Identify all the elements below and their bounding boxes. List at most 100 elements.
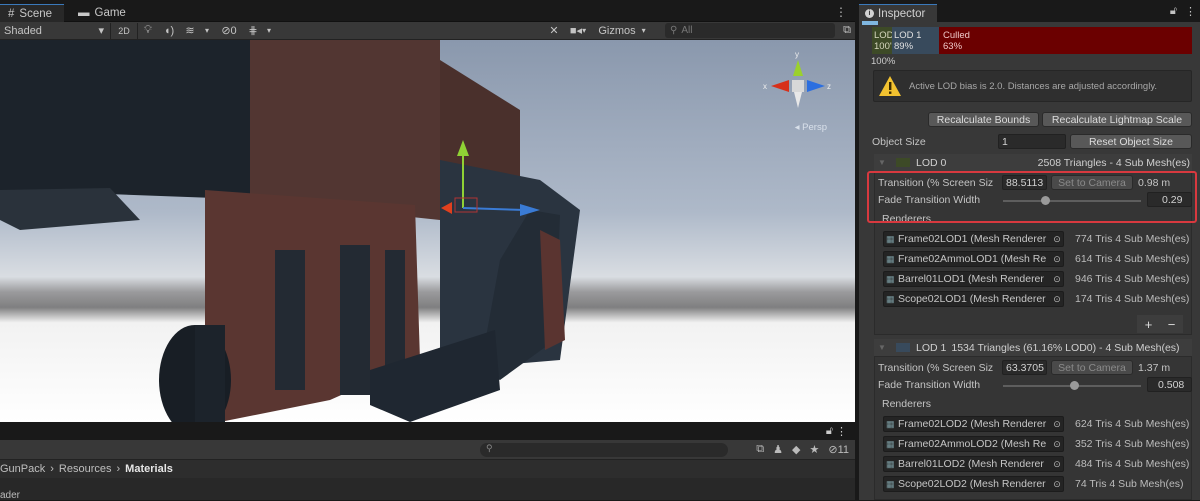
breadcrumb-item[interactable]: GunPack [0,463,45,475]
remove-renderer-button[interactable]: − [1168,317,1176,332]
camera-dropdown[interactable]: ■◂ ▾ [564,23,592,39]
tab-inspector[interactable]: i Inspector [859,4,937,22]
mesh-renderer-icon: ▦ [886,233,895,244]
renderer-field[interactable]: ▦ Frame02LOD1 (Mesh Renderer ⊙ [883,231,1064,247]
renderer-info: 352 Tris 4 Sub Mesh(es) [1075,438,1190,450]
set-to-camera-button[interactable]: Set to Camera [1051,360,1133,375]
mesh-renderer-icon: ▦ [886,273,895,284]
projection-toggle[interactable]: ◂ Persp [795,122,827,133]
more-options-icon[interactable]: ⋮ [835,5,847,19]
renderer-field[interactable]: ▦ Frame02AmmoLOD2 (Mesh Re ⊙ [883,436,1064,452]
project-search-input[interactable]: ⚲ [480,443,728,457]
lod-segment-label: LOD [874,30,892,41]
tab-scene[interactable]: # Scene [0,4,64,22]
object-picker-icon[interactable]: ⊙ [1051,234,1063,245]
renderer-field[interactable]: ▦ Barrel01LOD1 (Mesh Renderer ⊙ [883,271,1064,287]
lightbulb-icon: 💡︎ [144,24,152,36]
eye-slash-icon: ⊘ [221,25,231,37]
tab-scene-label: Scene [19,7,53,20]
audio-toggle[interactable]: ◖) [158,23,180,39]
maximize-button[interactable]: ⧉ [839,23,855,39]
hidden-count: 0 [230,24,237,37]
renderer-field[interactable]: ▦ Frame02AmmoLOD1 (Mesh Re ⊙ [883,251,1064,267]
lock-icon[interactable]: 🔓︎ [1170,5,1177,18]
renderer-list-footer: + − [1137,315,1183,333]
lod-bias-warning: Active LOD bias is 2.0. Distances are ad… [873,70,1192,102]
lod-segment-percent: 63% [943,41,963,52]
grid-toggle[interactable]: ⋕ [244,23,262,39]
object-picker-icon[interactable]: ⊙ [1051,419,1063,430]
object-picker-icon[interactable]: ⊙ [1051,439,1063,450]
effects-toggle[interactable]: ≋ [180,23,200,39]
lod-0-header[interactable]: ▼ LOD 0 2508 Triangles - 4 Sub Mesh(es) [874,154,1192,171]
slot-1 [275,250,305,390]
breadcrumb-current[interactable]: Materials [125,463,173,475]
object-size-field[interactable]: 1 [998,134,1066,149]
lod-1-header[interactable]: ▼ LOD 1 1534 Triangles (61.16% LOD0) - 4… [874,339,1192,356]
hidden-objects-toggle[interactable]: ⊘ 0 [214,23,244,39]
renderer-field[interactable]: ▦ Frame02LOD2 (Mesh Renderer ⊙ [883,416,1064,432]
chevron-down-icon: ▾ [204,26,209,35]
lod-summary: 1534 Triangles (61.16% LOD0) - 4 Sub Mes… [951,341,1180,354]
gizmo-y-cone [793,60,803,76]
lod-bar-start-percent: 100% [871,56,896,67]
breadcrumb-item[interactable]: Resources [59,463,112,475]
lod-segment-0[interactable]: LOD 100' [872,27,892,54]
hidden-packages-toggle[interactable]: ⊘11 [828,443,849,456]
search-by-type-icon[interactable]: ⧉ [756,443,764,456]
more-options-icon[interactable]: ⋮ [1185,5,1196,18]
add-renderer-button[interactable]: + [1145,317,1153,332]
renderer-field[interactable]: ▦ Scope02LOD2 (Mesh Renderer ⊙ [883,476,1064,492]
shading-mode-dropdown[interactable]: Shaded ▾ [0,23,110,39]
renderer-field[interactable]: ▦ Barrel01LOD2 (Mesh Renderer ⊙ [883,456,1064,472]
star-icon[interactable]: ★ [809,443,819,456]
tools-button[interactable]: ✕ [544,23,564,39]
object-picker-icon[interactable]: ⊙ [1051,254,1063,265]
project-tab-bar: 🔓︎ ⋮ [0,422,855,440]
file-list-item[interactable]: ader [0,490,20,501]
fade-width-slider[interactable] [1003,381,1141,390]
toggle-2d-button[interactable]: 2D [111,23,137,39]
distance-value: 1.37 m [1138,362,1171,374]
toggle-2d-label: 2D [118,25,130,36]
transition-label: Transition (% Screen Siz [878,362,994,374]
transition-field[interactable]: 63.3705 [1002,360,1047,375]
slider-knob[interactable] [1070,381,1079,390]
lod-summary: 2508 Triangles - 4 Sub Mesh(es) [1037,156,1190,169]
search-by-label-icon[interactable]: ♟ [773,443,783,456]
object-picker-icon[interactable]: ⊙ [1051,479,1063,490]
gizmo-z-label: z [827,82,831,91]
lod-camera-cursor[interactable] [862,21,878,25]
lod-segment-label: LOD 1 [894,30,922,41]
camera-icon: ■◂ [569,25,583,37]
more-options-icon[interactable]: ⋮ [836,425,847,438]
chevron-right-icon: › [50,463,54,475]
inspector-tab-bar: i Inspector 🔓︎ ⋮ [859,0,1200,22]
search-icon: ⚲ [486,443,493,453]
lighting-toggle[interactable]: 💡︎ [138,23,158,39]
lod-segment-1[interactable]: LOD 1 89% [892,27,939,54]
scene-viewport[interactable]: y x z ◂ Persp [0,40,855,422]
lod-group-bar[interactable]: LOD 100' LOD 1 89% Culled 63% [872,27,1192,54]
tab-game[interactable]: ▬ Game [70,4,140,22]
grid-dropdown[interactable]: ▾ [262,23,276,39]
tag-icon[interactable]: ◆ [792,443,800,456]
scene-search-input[interactable]: ⚲ All [665,23,835,38]
object-picker-icon[interactable]: ⊙ [1051,274,1063,285]
fade-width-field[interactable]: 0.508 [1147,377,1192,392]
renderer-field[interactable]: ▦ Scope02LOD1 (Mesh Renderer ⊙ [883,291,1064,307]
effects-dropdown[interactable]: ▾ [200,23,214,39]
gamepad-icon: ▬ [78,7,90,19]
renderer-name: Barrel01LOD2 (Mesh Renderer [898,458,1044,470]
object-picker-icon[interactable]: ⊙ [1051,294,1063,305]
recalculate-lightmap-scale-button[interactable]: Recalculate Lightmap Scale [1042,112,1192,127]
object-picker-icon[interactable]: ⊙ [1051,459,1063,470]
speaker-icon: ◖) [163,24,175,37]
lock-icon[interactable]: 🔓︎ [826,425,833,438]
shading-mode-value: Shaded [4,24,42,37]
recalculate-bounds-button[interactable]: Recalculate Bounds [928,112,1039,127]
gizmos-label: Gizmos [598,24,636,37]
lod-segment-culled[interactable]: Culled 63% [939,27,1192,54]
gizmos-dropdown[interactable]: Gizmos ▾ [592,23,652,39]
reset-object-size-button[interactable]: Reset Object Size [1070,134,1192,149]
